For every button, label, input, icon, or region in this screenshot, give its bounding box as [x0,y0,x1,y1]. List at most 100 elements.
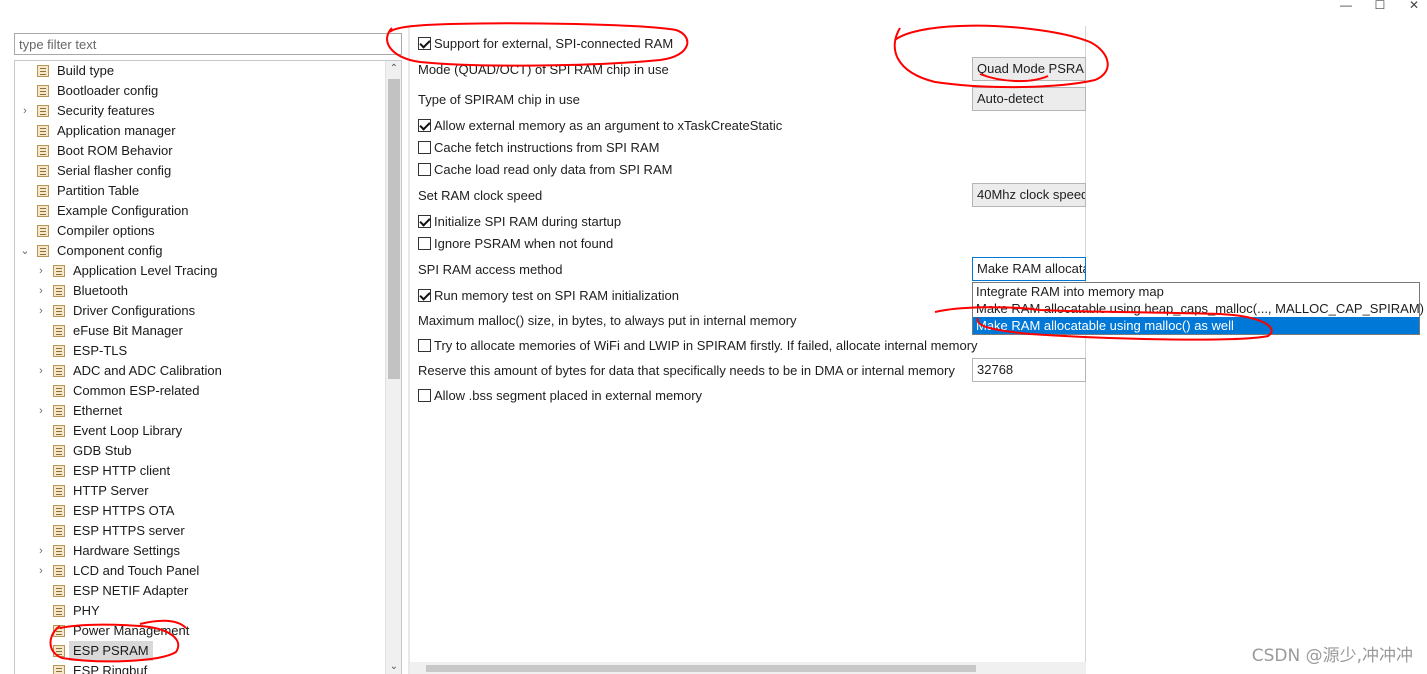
tree-item-label: Common ESP-related [73,383,200,398]
settings-panel: Support for external, SPI-connected RAM … [410,26,1086,662]
wifi-lwip-option[interactable]: Try to allocate memories of WiFi and LWI… [418,336,978,356]
config-page-icon [37,245,49,257]
tree-item[interactable]: Bootloader config [15,81,385,101]
config-page-icon [53,385,65,397]
tree-item[interactable]: › Ethernet [15,401,385,421]
allow-ext-mem-checkbox[interactable] [418,119,431,133]
tree-item[interactable]: HTTP Server [15,481,385,501]
tree-item[interactable]: Application manager [15,121,385,141]
tree-item-label: Application Level Tracing [73,263,218,278]
tree-item[interactable]: › Hardware Settings [15,541,385,561]
tree-item[interactable]: Serial flasher config [15,161,385,181]
cache-fetch-checkbox[interactable] [418,141,431,155]
collapsed-chevron-icon[interactable]: › [35,541,47,561]
tree-item[interactable]: Build type [15,61,385,81]
filter-input[interactable] [14,33,402,55]
cache-rodata-option[interactable]: Cache load read only data from SPI RAM [418,160,672,180]
tree-item[interactable]: eFuse Bit Manager [15,321,385,341]
tree-item-label: Component config [57,243,163,258]
tree-item[interactable]: GDB Stub [15,441,385,461]
tree-item[interactable]: ESP HTTPS server [15,521,385,541]
init-startup-checkbox[interactable] [418,215,431,229]
collapsed-chevron-icon[interactable]: › [35,261,47,281]
access-method-dropdown[interactable]: Integrate RAM into memory map Make RAM a… [972,282,1424,335]
bss-external-option[interactable]: Allow .bss segment placed in external me… [418,386,702,406]
tree-item[interactable]: ⌄ Component config [15,241,385,261]
config-page-icon [53,585,65,597]
access-method-select[interactable]: Make RAM allocatable using malloc() as w… [972,257,1086,281]
config-page-icon [37,125,49,137]
tree-item[interactable]: PHY [15,601,385,621]
tree-item[interactable]: › Security features [15,101,385,121]
memtest-option[interactable]: Run memory test on SPI RAM initializatio… [418,286,679,306]
watermark: CSDN @源少,冲冲冲 [1251,646,1413,666]
tree-item[interactable]: › ADC and ADC Calibration [15,361,385,381]
tree-item[interactable]: ESP Ringbuf [15,661,385,674]
tree-item[interactable]: › LCD and Touch Panel [15,561,385,581]
hscroll-thumb[interactable] [426,665,976,672]
tree-scrollbar[interactable]: ⌃ ⌄ [385,61,401,674]
tree-item[interactable]: ESP HTTP client [15,461,385,481]
collapsed-chevron-icon[interactable]: › [35,281,47,301]
collapsed-chevron-icon[interactable]: › [19,101,31,121]
collapsed-chevron-icon[interactable]: › [35,361,47,381]
config-page-icon [53,545,65,557]
clock-speed-label: Set RAM clock speed [418,188,543,203]
ignore-not-found-option[interactable]: Ignore PSRAM when not found [418,234,613,254]
expanded-chevron-icon[interactable]: ⌄ [19,241,31,261]
tree-item[interactable]: ESP-TLS [15,341,385,361]
tree-item[interactable]: Common ESP-related [15,381,385,401]
bss-external-checkbox[interactable] [418,389,431,403]
tree-item[interactable]: Event Loop Library [15,421,385,441]
settings-hscrollbar[interactable] [410,662,1086,674]
tree-item[interactable]: ESP NETIF Adapter [15,581,385,601]
dropdown-option[interactable]: Integrate RAM into memory map [973,283,1419,300]
close-button[interactable]: ✕ [1404,0,1424,12]
ignore-not-found-checkbox[interactable] [418,237,431,251]
cache-rodata-checkbox[interactable] [418,163,431,177]
mode-select[interactable]: Quad Mode PSRAM [972,57,1086,81]
collapsed-chevron-icon[interactable]: › [35,301,47,321]
init-startup-option[interactable]: Initialize SPI RAM during startup [418,212,621,232]
tree-item-label: ESP PSRAM [69,641,153,661]
config-page-icon [53,345,65,357]
scroll-thumb[interactable] [388,79,400,379]
chip-type-select[interactable]: Auto-detect [972,87,1086,111]
clock-speed-select[interactable]: 40Mhz clock speed [972,183,1086,207]
spi-ram-support-checkbox[interactable] [418,37,431,51]
tree-item-label: ESP Ringbuf [73,663,148,674]
tree-item[interactable]: › Driver Configurations [15,301,385,321]
maximize-button[interactable]: ☐ [1370,0,1390,12]
dropdown-option[interactable]: Make RAM allocatable using heap_caps_mal… [973,300,1424,317]
tree-item[interactable]: ESP PSRAM [15,641,385,661]
tree-item[interactable]: Example Configuration [15,201,385,221]
memtest-checkbox[interactable] [418,289,431,303]
tree-item[interactable]: Boot ROM Behavior [15,141,385,161]
spi-ram-support-option[interactable]: Support for external, SPI-connected RAM [418,34,673,54]
config-page-icon [53,285,65,297]
config-page-icon [37,65,49,77]
minimize-button[interactable]: — [1336,0,1356,12]
bss-external-label: Allow .bss segment placed in external me… [434,388,703,403]
tree-item-label: Partition Table [57,183,140,198]
scroll-up-icon[interactable]: ⌃ [386,61,401,77]
collapsed-chevron-icon[interactable]: › [35,401,47,421]
tree-item[interactable]: Compiler options [15,221,385,241]
tree-item-label: LCD and Touch Panel [73,563,200,578]
tree-item[interactable]: Partition Table [15,181,385,201]
dma-reserve-input[interactable]: 32768 [972,358,1086,382]
scroll-down-icon[interactable]: ⌄ [386,659,401,674]
config-page-icon [53,365,65,377]
wifi-lwip-checkbox[interactable] [418,339,431,353]
config-tree: Build type Bootloader config › Security fea… [14,60,402,674]
collapsed-chevron-icon[interactable]: › [35,561,47,581]
allow-ext-mem-option[interactable]: Allow external memory as an argument to … [418,116,782,136]
config-page-icon [53,405,65,417]
dropdown-option[interactable]: Make RAM allocatable using malloc() as w… [973,317,1419,334]
tree-item[interactable]: Power Management [15,621,385,641]
cache-fetch-option[interactable]: Cache fetch instructions from SPI RAM [418,138,659,158]
tree-item[interactable]: › Bluetooth [15,281,385,301]
config-page-icon [53,625,65,637]
tree-item[interactable]: ESP HTTPS OTA [15,501,385,521]
tree-item[interactable]: › Application Level Tracing [15,261,385,281]
